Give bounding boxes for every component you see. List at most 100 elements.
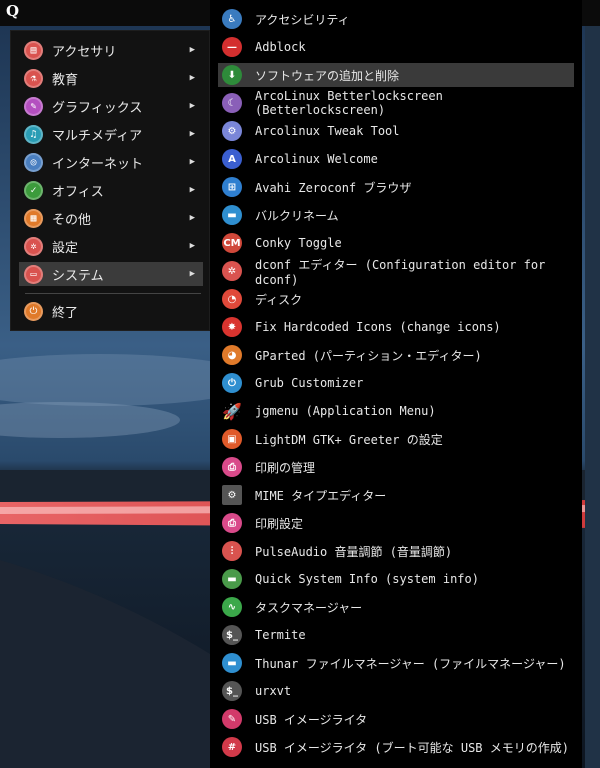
submenu-item-label: ソフトウェアの追加と削除 [255, 68, 400, 83]
submenu-item-usb-bootable[interactable]: # USB イメージライタ (ブート可能な USB メモリの作成) [218, 735, 574, 759]
submenu-item-label: GParted (パーティション・エディター) [255, 348, 482, 363]
submenu-item-usb-writer[interactable]: ✎ USB イメージライタ [218, 707, 574, 731]
submenu-arrow-icon: ▶ [189, 45, 195, 55]
gparted-icon: ◕ [222, 345, 242, 365]
submenu-item-printer[interactable]: ⎙ 印刷の管理 [218, 455, 574, 479]
menu-item-label: グラフィックス [52, 100, 143, 116]
submenu-item-lockscreen[interactable]: ☾ ArcoLinux Betterlockscreen (Betterlocks… [218, 89, 574, 117]
mime-editor-icon: ⚙ [222, 485, 242, 505]
submenu-item-label: Arcolinux Tweak Tool [255, 124, 400, 138]
submenu-item-label: Thunar ファイルマネージャー (ファイルマネージャー) [255, 656, 566, 671]
internet-icon: ◎ [24, 152, 43, 172]
submenu-item-arcolinux-logo[interactable]: A Arcolinux Welcome [218, 147, 574, 171]
submenu-item-label: Avahi Zeroconf ブラウザ [255, 180, 412, 195]
task-manager-icon: ∿ [222, 597, 242, 617]
submenu-item-system-info[interactable]: ▬ Quick System Info (system info) [218, 567, 574, 591]
submenu-item-accessibility[interactable]: ♿ アクセシビリティ [218, 7, 574, 31]
submenu-arrow-icon: ▶ [189, 157, 195, 167]
submenu-item-volume-control[interactable]: ⫶ PulseAudio 音量調節 (音量調節) [218, 539, 574, 563]
submenu-item-gparted[interactable]: ◕ GParted (パーティション・エディター) [218, 343, 574, 367]
submenu-item-disks[interactable]: ◔ ディスク [218, 287, 574, 311]
education-icon: ⚗ [24, 68, 43, 88]
system-submenu: ♿ アクセシビリティ — Adblock ⬇ ソフトウェアの追加と削除 ☾ ArcoLinux… [210, 0, 582, 768]
submenu-item-bulk-rename[interactable]: ▬ バルクリネーム [218, 203, 574, 227]
software-install-icon: ⬇ [222, 65, 242, 85]
submenu-item-label: MIME タイプエディター [255, 488, 387, 503]
submenu-item-label: Grub Customizer [255, 376, 364, 390]
submenu-item-tweak-tool[interactable]: ⚙ Arcolinux Tweak Tool [218, 119, 574, 143]
menu-item-graphics[interactable]: ✎ グラフィックス ▶ [19, 94, 203, 118]
rocket-icon: 🚀 [222, 401, 242, 421]
submenu-item-mime-editor[interactable]: ⚙ MIME タイプエディター [218, 483, 574, 507]
submenu-item-label: 印刷の管理 [255, 460, 316, 475]
submenu-item-network-browser[interactable]: ⊞ Avahi Zeroconf ブラウザ [218, 175, 574, 199]
submenu-item-label: Quick System Info (system info) [255, 572, 479, 586]
menu-separator [25, 293, 201, 294]
file-manager-icon: ▬ [222, 653, 242, 673]
menu-item-office[interactable]: ✓ オフィス ▶ [19, 178, 203, 202]
submenu-item-label: PulseAudio 音量調節 (音量調節) [255, 544, 453, 559]
usb-bootable-icon: # [222, 737, 242, 757]
submenu-item-fixs-icon[interactable]: ✸ Fix Hardcoded Icons (change icons) [218, 315, 574, 339]
submenu-item-dconf-editor[interactable]: ✲ dconf エディター (Configuration editor for d… [218, 258, 574, 287]
submenu-item-label: Termite [255, 628, 306, 642]
submenu-item-lightdm[interactable]: ▣ LightDM GTK+ Greeter の設定 [218, 427, 574, 451]
adblock-icon: — [222, 37, 242, 57]
submenu-item-adblock[interactable]: — Adblock [218, 35, 574, 59]
submenu-item-task-manager[interactable]: ∿ タスクマネージャー [218, 595, 574, 619]
submenu-item-label: ArcoLinux Betterlockscreen (Betterlocksc… [255, 89, 443, 117]
menu-item-accessories[interactable]: ▤ アクセサリ ▶ [19, 38, 203, 62]
graphics-icon: ✎ [24, 96, 43, 116]
menu-item-multimedia[interactable]: ♫ マルチメディア ▶ [19, 122, 203, 146]
submenu-item-print-settings[interactable]: ⎙ 印刷設定 [218, 511, 574, 535]
menu-item-label: オフィス [52, 184, 104, 200]
conky-icon: CM [222, 233, 242, 253]
volume-control-icon: ⫶ [222, 541, 242, 561]
submenu-arrow-icon: ▶ [189, 269, 195, 279]
usb-writer-icon: ✎ [222, 709, 242, 729]
dconf-editor-icon: ✲ [222, 261, 242, 281]
menu-item-label: マルチメディア [52, 128, 143, 144]
submenu-item-label: Fix Hardcoded Icons (change icons) [255, 320, 501, 334]
multimedia-icon: ♫ [24, 124, 43, 144]
system-icon: ▭ [24, 264, 43, 284]
submenu-item-label: タスクマネージャー [255, 600, 363, 615]
menu-item-system[interactable]: ▭ システム ▶ [19, 262, 203, 286]
menu-item-label: インターネット [52, 156, 144, 172]
submenu-item-label: urxvt [255, 684, 292, 698]
menu-item-label: 設定 [52, 240, 79, 256]
menu-item-internet[interactable]: ◎ インターネット ▶ [19, 150, 203, 174]
submenu-item-terminal[interactable]: $_ Termite [218, 623, 574, 647]
submenu-item-label: jgmenu (Application Menu) [255, 404, 436, 418]
urxvt-icon: $_ [222, 681, 242, 701]
system-info-icon: ▬ [222, 569, 242, 589]
accessibility-icon: ♿ [222, 9, 242, 29]
submenu-item-software-install[interactable]: ⬇ ソフトウェアの追加と削除 [218, 63, 574, 87]
submenu-item-rocket[interactable]: 🚀 jgmenu (Application Menu) [218, 399, 574, 423]
menu-item-settings[interactable]: ✲ 設定 ▶ [19, 234, 203, 258]
terminal-icon: $_ [222, 625, 242, 645]
disks-icon: ◔ [222, 289, 242, 309]
submenu-arrow-icon: ▶ [189, 185, 195, 195]
print-settings-icon: ⎙ [222, 513, 242, 533]
menu-item-exit[interactable]: ⏻ 終了 [19, 299, 203, 323]
arcolinux-logo-icon: A [222, 149, 242, 169]
menu-item-label: 終了 [52, 305, 79, 321]
menu-item-label: アクセサリ [52, 44, 117, 60]
lockscreen-icon: ☾ [222, 93, 242, 113]
submenu-arrow-icon: ▶ [189, 101, 195, 111]
grub-customizer-icon: ⏻ [222, 373, 242, 393]
submenu-item-grub-customizer[interactable]: ⏻ Grub Customizer [218, 371, 574, 395]
accessories-icon: ▤ [24, 40, 43, 60]
printer-icon: ⎙ [222, 457, 242, 477]
menu-item-education[interactable]: ⚗ 教育 ▶ [19, 66, 203, 90]
submenu-item-file-manager[interactable]: ▬ Thunar ファイルマネージャー (ファイルマネージャー) [218, 651, 574, 675]
network-browser-icon: ⊞ [222, 177, 242, 197]
submenu-item-label: アクセシビリティ [255, 12, 350, 27]
submenu-item-urxvt[interactable]: $_ urxvt [218, 679, 574, 703]
submenu-item-conky[interactable]: CM Conky Toggle [218, 231, 574, 255]
menu-item-other[interactable]: ▦ その他 ▶ [19, 206, 203, 230]
tweak-tool-icon: ⚙ [222, 121, 242, 141]
submenu-arrow-icon: ▶ [189, 213, 195, 223]
menu-logo-icon[interactable]: Q [6, 2, 19, 20]
